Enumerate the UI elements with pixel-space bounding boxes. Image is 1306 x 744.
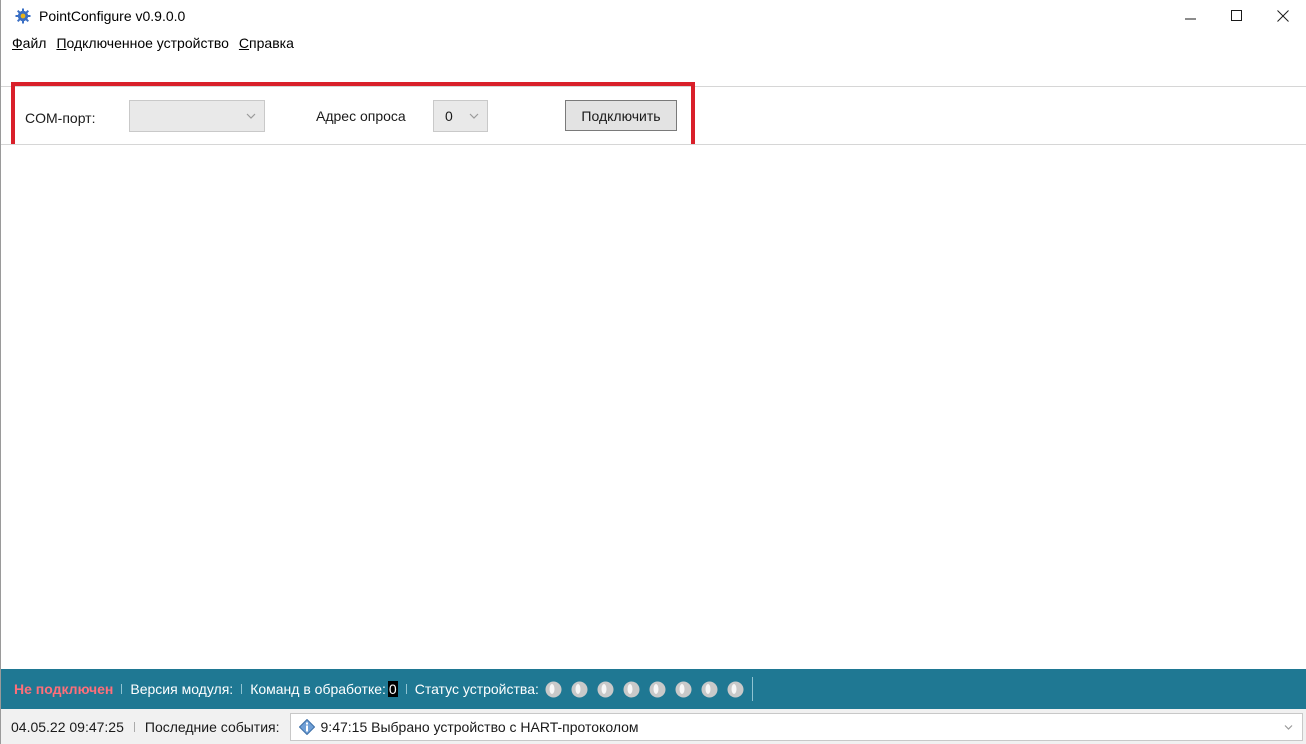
commands-count: 0	[387, 681, 398, 697]
maximize-icon	[1231, 10, 1242, 21]
status-led-icon	[701, 681, 718, 697]
events-separator	[133, 721, 135, 732]
events-bar: 04.05.22 09:47:25 Последние события: 9:4…	[1, 709, 1306, 744]
status-led-icon	[649, 681, 666, 697]
menu-file-mnemonic: Ф	[12, 35, 23, 51]
menu-help[interactable]: Справка	[234, 32, 299, 54]
status-led-icon	[675, 681, 692, 697]
close-icon	[1277, 10, 1289, 22]
window-title: PointConfigure v0.9.0.0	[39, 8, 186, 24]
info-diamond-icon	[298, 718, 315, 735]
events-label: Последние события:	[144, 718, 280, 735]
status-led-icon	[727, 681, 744, 697]
title-bar: PointConfigure v0.9.0.0	[1, 0, 1306, 32]
menu-file-label: айл	[22, 35, 47, 51]
status-led-icon	[571, 681, 588, 697]
status-separator	[121, 684, 123, 694]
maximize-button[interactable]	[1214, 0, 1260, 32]
window-controls	[1168, 0, 1306, 32]
minimize-button[interactable]	[1168, 0, 1214, 32]
menu-file[interactable]: Файл	[10, 32, 51, 54]
status-led-icon	[597, 681, 614, 697]
status-led-icon	[545, 681, 562, 697]
commands-label: Команд в обработке:	[250, 681, 386, 697]
events-select[interactable]: 9:47:15 Выбрано устройство с HART-проток…	[289, 712, 1303, 741]
status-separator	[241, 684, 243, 694]
status-bar: Не подключен Версия модуля: Команд в обр…	[1, 669, 1306, 709]
module-version-label: Версия модуля:	[130, 681, 234, 697]
close-button[interactable]	[1260, 0, 1306, 32]
menu-connected-device-label: одключенное устройство	[66, 35, 229, 51]
app-window: PointConfigure v0.9.0.0 Файл П одключенн…	[0, 0, 1306, 744]
menu-help-label: правка	[249, 35, 294, 51]
app-gear-icon	[15, 8, 31, 24]
last-event-text: 9:47:15 Выбрано устройство с HART-проток…	[320, 718, 639, 735]
menu-help-mnemonic: С	[238, 35, 250, 51]
minimize-icon	[1185, 18, 1196, 20]
status-end-separator	[751, 677, 753, 701]
device-status-label: Статус устройства:	[414, 681, 539, 697]
content-area	[1, 145, 1306, 669]
events-timestamp: 04.05.22 09:47:25	[11, 718, 124, 735]
status-separator	[405, 684, 407, 694]
menu-connected-device[interactable]: Подключенное устройство	[51, 32, 233, 54]
menu-bar: Файл Подключенное устройство Справка	[1, 32, 1306, 54]
connection-status: Не подключен	[14, 681, 114, 697]
menu-connected-device-mnemonic: П	[56, 35, 67, 51]
chevron-down-icon	[1284, 724, 1293, 730]
status-led-icon	[623, 681, 640, 697]
